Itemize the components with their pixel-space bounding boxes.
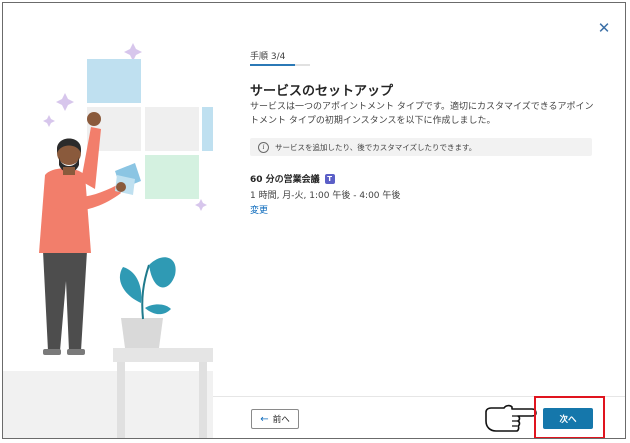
info-bar: i サービスを追加したり、後でカスタマイズしたりできます。 (250, 138, 592, 156)
illustration-panel (3, 3, 213, 438)
step-indicator: 手順 3/4 (250, 52, 286, 62)
info-icon: i (258, 141, 269, 153)
next-button[interactable]: 次へ (543, 408, 593, 429)
back-button-label: 前へ (272, 415, 290, 425)
change-link[interactable]: 変更 (250, 203, 268, 216)
close-icon[interactable]: ✕ (595, 19, 613, 37)
info-text: サービスを追加したり、後でカスタマイズしたりできます。 (275, 142, 477, 152)
setup-dialog: ✕ 手順 3/4 サービスのセットアップ サービスは一つのアポイントメント タイ… (2, 2, 626, 439)
hand-pointer-icon (485, 404, 537, 432)
back-button[interactable]: ← 前へ (251, 409, 299, 429)
service-name: 60 分の営業会議 T (250, 172, 335, 185)
service-time: 1 時間, 月-火, 1:00 午後 - 4:00 午後 (250, 191, 401, 201)
wizard-panel: ✕ 手順 3/4 サービスのセットアップ サービスは一つのアポイントメント タイ… (213, 3, 625, 438)
arrow-left-icon: ← (260, 413, 269, 425)
teams-icon: T (324, 173, 335, 184)
page-title: サービスのセットアップ (250, 84, 394, 99)
page-description: サービスは一つのアポイントメント タイプです。適切にカスタマイズできるアポイント… (250, 102, 594, 126)
service-name-text: 60 分の営業会議 (250, 175, 320, 185)
person-with-plant-illustration (3, 43, 213, 438)
progress-bar (250, 64, 310, 66)
progress-fill (250, 64, 295, 66)
